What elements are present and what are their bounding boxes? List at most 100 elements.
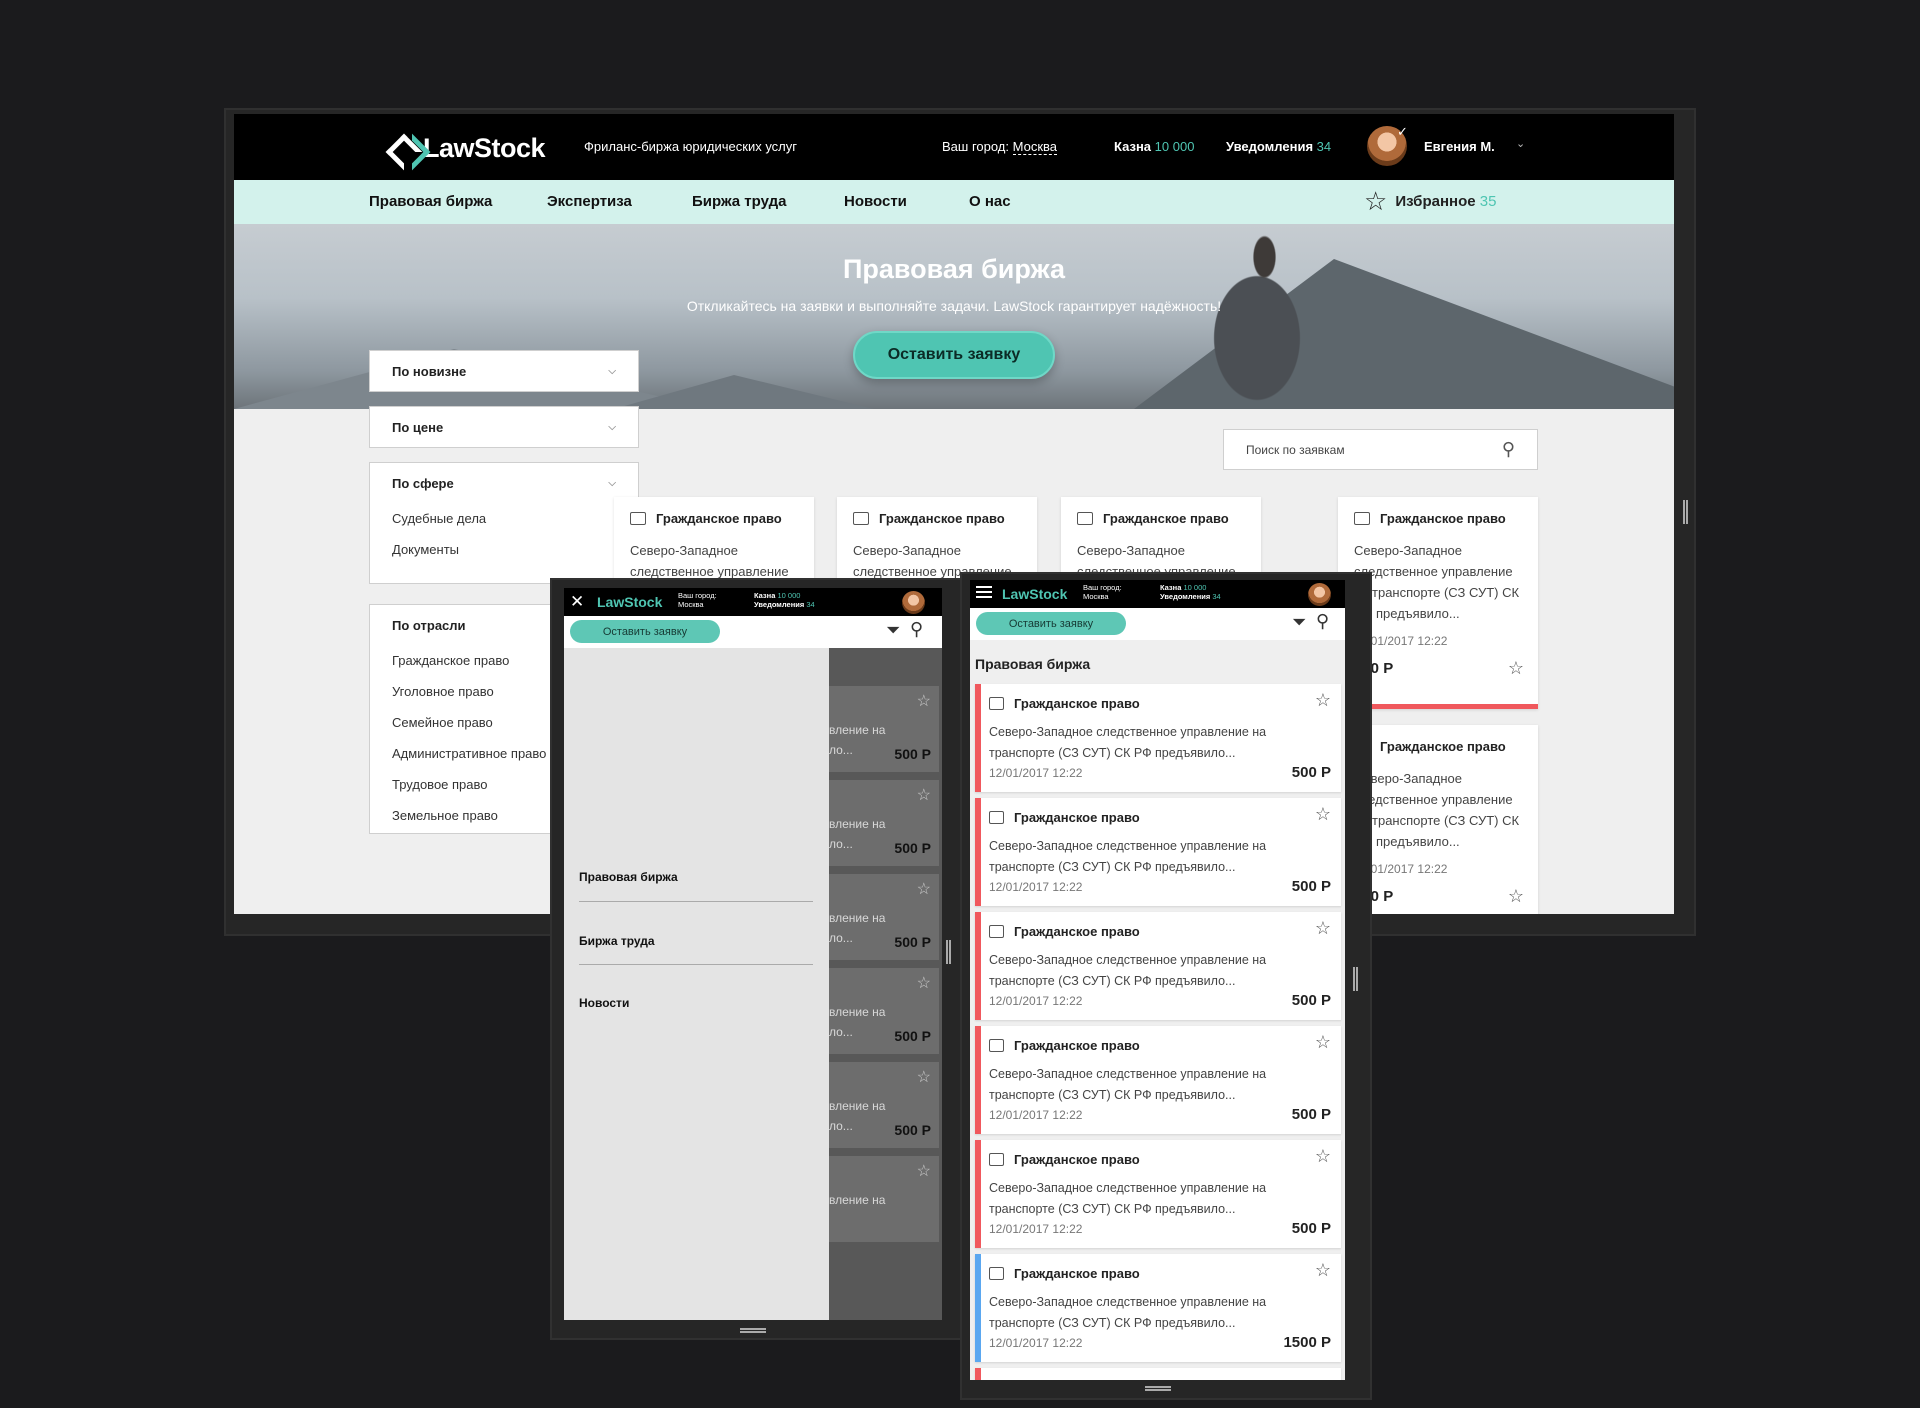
- sphere-filter[interactable]: По сфере ⌵ Судебные дела Документы: [369, 462, 639, 584]
- sort-by-price-select[interactable]: По цене ⌵: [369, 406, 639, 448]
- card-description: Северо-Западное следственное управление …: [1354, 771, 1520, 849]
- drawer-item-jobs[interactable]: Биржа труда: [579, 934, 655, 948]
- star-icon[interactable]: ☆: [1508, 886, 1524, 907]
- search-icon[interactable]: ⚲: [1502, 439, 1515, 460]
- menu-icon[interactable]: [976, 586, 992, 598]
- user-name[interactable]: Евгения М.: [1424, 139, 1495, 154]
- drawer-item-exchange[interactable]: Правовая биржа: [579, 870, 678, 884]
- filter-option[interactable]: Документы: [370, 534, 638, 565]
- favorites-link[interactable]: ☆ Избранное 35: [1364, 188, 1496, 214]
- balance-notifications[interactable]: Казна 10 000 Уведомления 34: [754, 591, 815, 609]
- request-card[interactable]: Гражданское право ☆ Северо-Западное след…: [975, 1026, 1341, 1134]
- mobile-logo[interactable]: LawStock: [597, 594, 662, 610]
- city-value[interactable]: Москва: [1012, 139, 1058, 155]
- sort-by-new-select[interactable]: По новизне ⌵: [369, 350, 639, 392]
- avatar[interactable]: [1308, 583, 1331, 606]
- star-icon[interactable]: ☆: [1315, 1032, 1331, 1053]
- logo-text: LawStock: [1002, 586, 1068, 602]
- balance[interactable]: Казна 10 000: [1114, 139, 1194, 154]
- resize-handle[interactable]: [946, 940, 951, 964]
- create-request-button[interactable]: Оставить заявку: [570, 620, 720, 643]
- nav-item-exchange[interactable]: Правовая биржа: [369, 193, 492, 210]
- star-icon[interactable]: ☆: [1315, 1146, 1331, 1167]
- nav-item-jobs[interactable]: Биржа труда: [692, 193, 786, 210]
- site-header: LawStock Фриланс-биржа юридических услуг…: [234, 114, 1674, 180]
- filter-option[interactable]: Судебные дела: [370, 503, 638, 534]
- main-nav: Правовая биржа Экспертиза Биржа труда Но…: [234, 180, 1674, 224]
- card-title: Гражданское право: [1014, 1266, 1140, 1281]
- drawer-item-news[interactable]: Новости: [579, 996, 629, 1010]
- chevron-down-icon[interactable]: ⌄: [1516, 137, 1525, 150]
- card-title: Гражданское право: [879, 511, 1005, 526]
- card-description: Северо-Западное следственное управление …: [989, 1067, 1267, 1102]
- star-icon: ☆: [916, 975, 931, 992]
- select-label: По отрасли: [392, 617, 466, 633]
- briefcase-icon: [1077, 512, 1093, 525]
- resize-handle[interactable]: [1683, 500, 1688, 524]
- card-date: 12/01/2017 12:22: [989, 1108, 1083, 1122]
- select-header[interactable]: По сфере ⌵: [370, 463, 638, 503]
- create-request-button[interactable]: Оставить заявку: [976, 612, 1126, 635]
- request-card[interactable]: Гражданское право ☆ Северо-Западное след…: [975, 798, 1341, 906]
- resize-handle[interactable]: [740, 1328, 766, 1333]
- divider: [579, 964, 813, 965]
- nav-item-about[interactable]: О нас: [969, 193, 1011, 210]
- avatar[interactable]: [902, 591, 925, 614]
- request-card[interactable]: Гражданское право ☆ Северо-Западное след…: [975, 912, 1341, 1020]
- request-card[interactable]: Гражданское право ☆ Северо-Западное след…: [975, 1140, 1341, 1248]
- logo-icon: [389, 131, 419, 165]
- search-icon[interactable]: ⚲: [1316, 611, 1329, 632]
- close-icon[interactable]: ✕: [570, 592, 584, 612]
- request-card[interactable]: [975, 1368, 1341, 1380]
- city-selector[interactable]: Ваш город: Москва: [678, 591, 717, 609]
- filter-icon[interactable]: ⏷: [1292, 612, 1306, 633]
- chevron-down-icon: ⌵: [608, 477, 616, 489]
- resize-handle[interactable]: [1353, 967, 1358, 991]
- select-header[interactable]: По новизне ⌵: [370, 351, 638, 391]
- card-price: 500 Р: [894, 1122, 931, 1138]
- nav-item-expertise[interactable]: Экспертиза: [547, 193, 632, 210]
- city-selector[interactable]: Ваш город: Москва: [942, 139, 1058, 155]
- card-description: вление на ло...: [829, 1002, 885, 1042]
- create-request-button[interactable]: Оставить заявку: [853, 331, 1055, 379]
- star-icon[interactable]: ☆: [1315, 918, 1331, 939]
- logo[interactable]: LawStock: [389, 131, 546, 165]
- verified-icon: ✓: [1397, 124, 1408, 139]
- briefcase-icon: [630, 512, 646, 525]
- star-icon[interactable]: ☆: [1508, 658, 1524, 679]
- filter-icon[interactable]: ⏷: [886, 620, 900, 641]
- card-description: вление на ло...: [829, 720, 885, 760]
- notifications-count: 34: [1316, 139, 1332, 154]
- list-item: ☆ вление на: [829, 1156, 939, 1242]
- document-icon: [989, 1267, 1004, 1280]
- notifications-count: 34: [1212, 592, 1221, 601]
- hero-mountain: [614, 375, 874, 409]
- star-icon[interactable]: ☆: [1315, 1260, 1331, 1281]
- star-icon[interactable]: ☆: [1315, 804, 1331, 825]
- notifications[interactable]: Уведомления 34: [1226, 139, 1331, 154]
- resize-handle[interactable]: [1145, 1386, 1171, 1391]
- select-label: По сфере: [392, 475, 454, 491]
- card-price: 500 Р: [894, 1028, 931, 1044]
- chevron-down-icon: ⌵: [608, 421, 616, 433]
- balance-notifications[interactable]: Казна 10 000 Уведомления 34: [1160, 583, 1221, 601]
- notifications-count: 34: [806, 600, 815, 609]
- mobile-logo[interactable]: LawStock: [1002, 586, 1067, 602]
- nav-item-news[interactable]: Новости: [844, 193, 907, 210]
- briefcase-icon: [989, 925, 1004, 938]
- select-header[interactable]: По цене ⌵: [370, 407, 638, 447]
- search-input[interactable]: Поиск по заявкам ⚲: [1223, 429, 1538, 470]
- card-title: Гражданское право: [1380, 511, 1506, 526]
- select-label: По цене: [392, 419, 444, 435]
- star-icon: ☆: [916, 787, 931, 804]
- request-card[interactable]: Гражданское право ☆ Северо-Западное след…: [975, 684, 1341, 792]
- city-label: Ваш город:: [942, 139, 1009, 154]
- star-icon: ☆: [916, 1069, 931, 1086]
- card-date: 12/01/2017 12:22: [989, 766, 1083, 780]
- search-icon[interactable]: ⚲: [910, 619, 923, 640]
- list-item: ☆ вление на ло... 500 Р: [829, 968, 939, 1054]
- star-icon[interactable]: ☆: [1315, 690, 1331, 711]
- request-card[interactable]: Гражданское право ☆ Северо-Западное след…: [975, 1254, 1341, 1362]
- card-title: Гражданское право: [1014, 1152, 1140, 1167]
- city-selector[interactable]: Ваш город: Москва: [1083, 583, 1122, 601]
